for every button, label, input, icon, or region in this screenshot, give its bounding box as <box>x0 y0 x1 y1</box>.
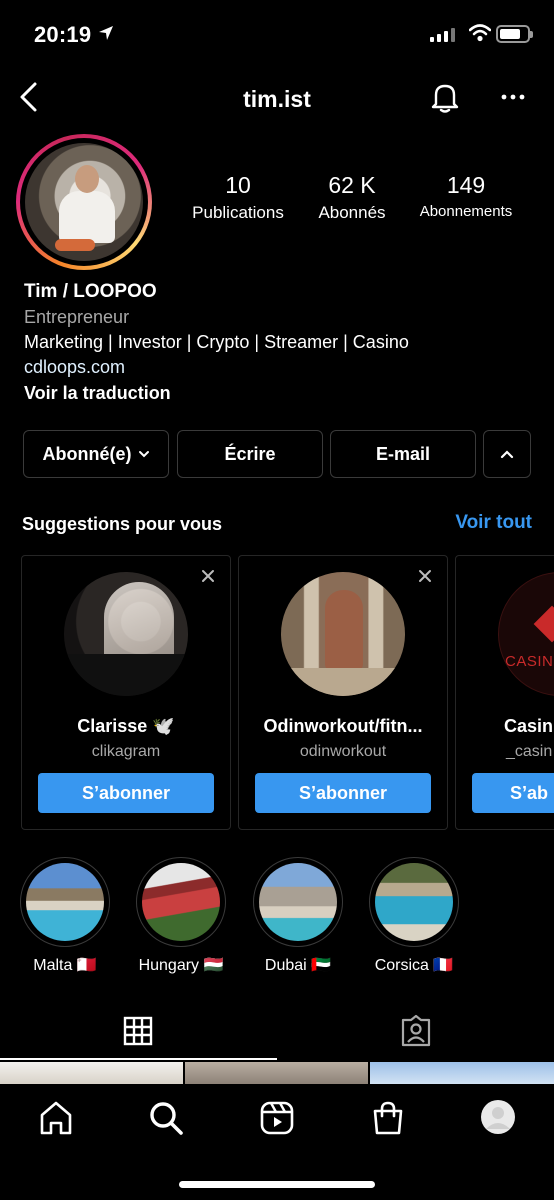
highlight-item[interactable]: Hungary 🇭🇺 <box>135 857 227 975</box>
profile-header: tim.ist <box>0 70 554 126</box>
highlight-cover <box>375 863 453 941</box>
bio-link[interactable]: cdloops.com <box>24 355 534 380</box>
suggestion-handle: odinworkout <box>299 743 387 760</box>
cellular-signal-icon <box>430 26 455 42</box>
suggestion-card[interactable]: CASIN Casin _casin S’ab <box>455 555 554 830</box>
tagged-user-icon <box>401 1014 431 1047</box>
profile-stats: 10 Publications 62 K Abonnés 149 Abonnem… <box>180 172 540 232</box>
highlight-label: Hungary 🇭🇺 <box>138 957 224 974</box>
post-thumbnail[interactable] <box>0 1062 183 1084</box>
search-icon[interactable] <box>148 1100 184 1136</box>
posts-grid-preview <box>0 1062 554 1084</box>
stat-value: 10 <box>225 172 251 198</box>
posts-count[interactable]: 10 Publications <box>180 172 296 223</box>
stat-value: 149 <box>446 172 486 198</box>
suggestion-card[interactable]: Clarisse 🕊️ clikagram S’abonner <box>21 555 231 830</box>
close-icon[interactable] <box>417 568 433 584</box>
profile-photo <box>25 143 143 261</box>
highlight-label: Malta 🇲🇹 <box>33 957 97 974</box>
profile-bio: Tim / LOOPOO Entrepreneur Marketing | In… <box>24 280 534 406</box>
suggestion-avatar: CASIN <box>498 572 554 696</box>
profile-category: Entrepreneur <box>24 307 130 327</box>
following-count[interactable]: 149 Abonnements <box>408 172 524 220</box>
reels-icon[interactable] <box>259 1100 295 1136</box>
highlight-item[interactable]: Corsica 🇫🇷 <box>368 857 460 975</box>
highlight-label: Dubai 🇦🇪 <box>264 957 332 974</box>
chevron-down-icon <box>138 451 149 458</box>
suggestion-name: Casin <box>504 716 554 736</box>
profile-tabs <box>0 1000 554 1062</box>
post-thumbnail[interactable] <box>185 1062 368 1084</box>
stat-label: Abonnements <box>419 203 513 220</box>
suggestion-avatar <box>64 572 188 696</box>
follow-button[interactable]: S’abonner <box>255 773 431 813</box>
suggestion-handle: _casin <box>506 743 553 760</box>
suggestion-name: Clarisse 🕊️ <box>77 716 175 736</box>
suggestion-handle: clikagram <box>91 743 161 760</box>
suggestion-name: Odinworkout/fitn... <box>263 716 423 736</box>
casino-logo-text: CASIN <box>505 653 554 670</box>
suggestions-header: Suggestions pour vous Voir tout <box>22 512 534 540</box>
stat-value: 62 K <box>328 172 376 198</box>
profile-avatar-tab-icon[interactable] <box>480 1099 516 1135</box>
suggestions-title: Suggestions pour vous <box>22 514 223 534</box>
follow-button[interactable]: S’abonner <box>38 773 214 813</box>
highlight-label: Corsica 🇫🇷 <box>374 957 454 974</box>
close-icon[interactable] <box>200 568 216 584</box>
highlight-cover <box>259 863 337 941</box>
followers-count[interactable]: 62 K Abonnés <box>300 172 404 223</box>
profile-avatar[interactable] <box>16 134 152 270</box>
profile-username: tim.ist <box>243 86 311 112</box>
bell-icon[interactable] <box>428 80 462 114</box>
suggestion-avatar <box>281 572 405 696</box>
display-name: Tim / LOOPOO <box>24 281 157 302</box>
highlight-cover <box>142 863 220 941</box>
following-button[interactable]: Abonné(e) <box>23 430 169 478</box>
grid-icon <box>123 1016 153 1046</box>
status-bar: 20:19 <box>0 0 554 68</box>
email-button[interactable]: E-mail <box>330 430 476 478</box>
more-options-icon[interactable] <box>500 84 526 110</box>
suggestions-toggle-button[interactable] <box>483 430 531 478</box>
location-arrow-icon <box>99 26 113 40</box>
battery-icon <box>496 25 533 43</box>
highlight-item[interactable]: Dubai 🇦🇪 <box>252 857 344 975</box>
status-time: 20:19 <box>34 22 92 47</box>
bio-text: Marketing | Investor | Crypto | Streamer… <box>24 332 409 352</box>
post-thumbnail[interactable] <box>370 1062 554 1084</box>
stat-label: Abonnés <box>318 203 386 222</box>
see-all-link[interactable]: Voir tout <box>455 512 532 534</box>
home-indicator <box>179 1181 375 1188</box>
see-translation-link[interactable]: Voir la traduction <box>24 380 534 406</box>
suggestion-card[interactable]: Odinworkout/fitn... odinworkout S’abonne… <box>238 555 448 830</box>
following-button-label: Abonné(e) <box>42 443 132 464</box>
shop-icon[interactable] <box>370 1100 406 1136</box>
tab-tagged[interactable] <box>277 1000 554 1060</box>
home-icon[interactable] <box>38 1100 74 1136</box>
wifi-icon <box>469 24 491 42</box>
highlight-item[interactable]: Malta 🇲🇹 <box>19 857 111 975</box>
message-button[interactable]: Écrire <box>177 430 323 478</box>
stat-label: Publications <box>192 203 284 222</box>
tab-posts-grid[interactable] <box>0 1000 277 1060</box>
follow-button[interactable]: S’ab <box>472 773 554 813</box>
highlight-cover <box>26 863 104 941</box>
chevron-up-icon <box>500 450 514 459</box>
